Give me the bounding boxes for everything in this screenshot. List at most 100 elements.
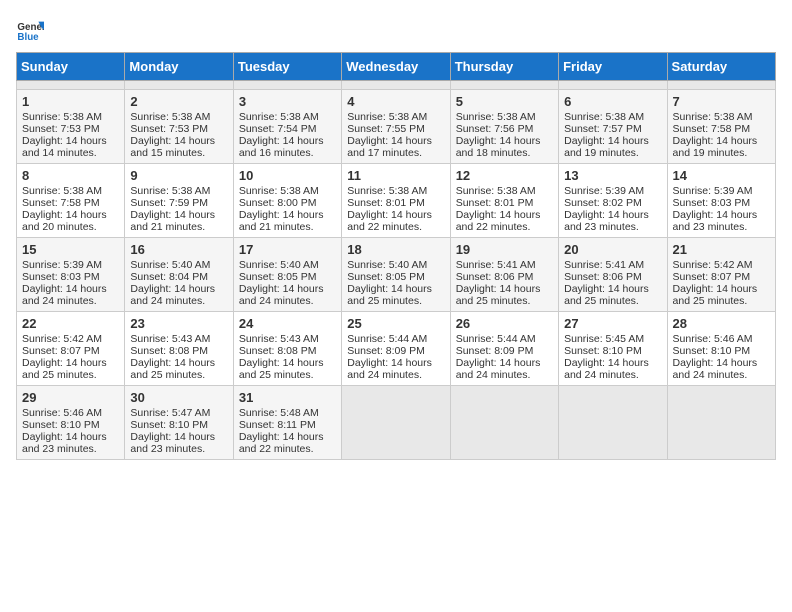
- sunset: Sunset: 8:04 PM: [130, 271, 208, 283]
- day-number: 14: [673, 168, 770, 183]
- daylight: Daylight: 14 hours and 24 minutes.: [456, 357, 541, 381]
- day-number: 3: [239, 94, 336, 109]
- daylight: Daylight: 14 hours and 24 minutes.: [564, 357, 649, 381]
- day-number: 7: [673, 94, 770, 109]
- daylight: Daylight: 14 hours and 23 minutes.: [564, 209, 649, 233]
- day-cell: 23Sunrise: 5:43 AMSunset: 8:08 PMDayligh…: [125, 312, 233, 386]
- sunset: Sunset: 8:06 PM: [564, 271, 642, 283]
- sunrise: Sunrise: 5:42 AM: [22, 333, 102, 345]
- daylight: Daylight: 14 hours and 25 minutes.: [673, 283, 758, 307]
- page-header: General Blue: [16, 16, 776, 44]
- day-cell: [559, 81, 667, 90]
- sunrise: Sunrise: 5:41 AM: [564, 259, 644, 271]
- day-cell: [559, 386, 667, 460]
- daylight: Daylight: 14 hours and 23 minutes.: [673, 209, 758, 233]
- sunset: Sunset: 8:05 PM: [239, 271, 317, 283]
- header-monday: Monday: [125, 53, 233, 81]
- sunrise: Sunrise: 5:38 AM: [130, 111, 210, 123]
- day-number: 21: [673, 242, 770, 257]
- sunrise: Sunrise: 5:41 AM: [456, 259, 536, 271]
- day-number: 5: [456, 94, 553, 109]
- day-cell: 11Sunrise: 5:38 AMSunset: 8:01 PMDayligh…: [342, 164, 450, 238]
- daylight: Daylight: 14 hours and 22 minutes.: [347, 209, 432, 233]
- day-number: 30: [130, 390, 227, 405]
- calendar: SundayMondayTuesdayWednesdayThursdayFrid…: [16, 52, 776, 460]
- sunset: Sunset: 7:53 PM: [130, 123, 208, 135]
- sunset: Sunset: 8:08 PM: [239, 345, 317, 357]
- day-number: 23: [130, 316, 227, 331]
- daylight: Daylight: 14 hours and 18 minutes.: [456, 135, 541, 159]
- sunset: Sunset: 8:01 PM: [456, 197, 534, 209]
- day-number: 9: [130, 168, 227, 183]
- sunset: Sunset: 7:53 PM: [22, 123, 100, 135]
- daylight: Daylight: 14 hours and 25 minutes.: [239, 357, 324, 381]
- day-cell: 17Sunrise: 5:40 AMSunset: 8:05 PMDayligh…: [233, 238, 341, 312]
- day-cell: 21 Sunrise: 5:42 AMSunset: 8:07 PMDayligh…: [667, 238, 775, 312]
- day-cell: 7Sunrise: 5:38 AMSunset: 7:58 PMDaylight…: [667, 90, 775, 164]
- week-row-4: 22Sunrise: 5:42 AMSunset: 8:07 PMDayligh…: [17, 312, 776, 386]
- daylight: Daylight: 14 hours and 25 minutes.: [130, 357, 215, 381]
- daylight: Daylight: 14 hours and 15 minutes.: [130, 135, 215, 159]
- daylight: Daylight: 14 hours and 24 minutes.: [239, 283, 324, 307]
- day-cell: 2 Sunrise: 5:38 AMSunset: 7:53 PMDaylight…: [125, 90, 233, 164]
- sunrise: Sunrise: 5:38 AM: [347, 111, 427, 123]
- daylight: Daylight: 14 hours and 24 minutes.: [673, 357, 758, 381]
- day-number: 16: [130, 242, 227, 257]
- sunrise: Sunrise: 5:38 AM: [130, 185, 210, 197]
- sunset: Sunset: 8:07 PM: [673, 271, 751, 283]
- day-cell: 9Sunrise: 5:38 AMSunset: 7:59 PMDaylight…: [125, 164, 233, 238]
- day-number: 25: [347, 316, 444, 331]
- sunrise: Sunrise: 5:45 AM: [564, 333, 644, 345]
- daylight: Daylight: 14 hours and 14 minutes.: [22, 135, 107, 159]
- sunrise: Sunrise: 5:48 AM: [239, 407, 319, 419]
- day-cell: 5Sunrise: 5:38 AMSunset: 7:56 PMDaylight…: [450, 90, 558, 164]
- day-cell: 3Sunrise: 5:38 AMSunset: 7:54 PMDaylight…: [233, 90, 341, 164]
- day-number: 29: [22, 390, 119, 405]
- daylight: Daylight: 14 hours and 19 minutes.: [673, 135, 758, 159]
- day-cell: 26Sunrise: 5:44 AMSunset: 8:09 PMDayligh…: [450, 312, 558, 386]
- day-cell: [125, 81, 233, 90]
- day-number: 4: [347, 94, 444, 109]
- sunrise: Sunrise: 5:40 AM: [347, 259, 427, 271]
- day-number: 2: [130, 94, 227, 109]
- daylight: Daylight: 14 hours and 24 minutes.: [22, 283, 107, 307]
- sunrise: Sunrise: 5:43 AM: [239, 333, 319, 345]
- day-cell: [667, 386, 775, 460]
- sunrise: Sunrise: 5:46 AM: [22, 407, 102, 419]
- day-cell: [450, 81, 558, 90]
- sunset: Sunset: 8:10 PM: [22, 419, 100, 431]
- day-cell: 8Sunrise: 5:38 AMSunset: 7:58 PMDaylight…: [17, 164, 125, 238]
- day-cell: 19Sunrise: 5:41 AMSunset: 8:06 PMDayligh…: [450, 238, 558, 312]
- day-cell: 30Sunrise: 5:47 AMSunset: 8:10 PMDayligh…: [125, 386, 233, 460]
- daylight: Daylight: 14 hours and 25 minutes.: [347, 283, 432, 307]
- sunset: Sunset: 8:03 PM: [22, 271, 100, 283]
- day-cell: [17, 81, 125, 90]
- sunset: Sunset: 8:06 PM: [456, 271, 534, 283]
- day-cell: 20Sunrise: 5:41 AMSunset: 8:06 PMDayligh…: [559, 238, 667, 312]
- sunrise: Sunrise: 5:38 AM: [456, 185, 536, 197]
- sunset: Sunset: 8:10 PM: [130, 419, 208, 431]
- sunrise: Sunrise: 5:46 AM: [673, 333, 753, 345]
- sunrise: Sunrise: 5:38 AM: [347, 185, 427, 197]
- day-cell: 12Sunrise: 5:38 AMSunset: 8:01 PMDayligh…: [450, 164, 558, 238]
- week-row-3: 15Sunrise: 5:39 AMSunset: 8:03 PMDayligh…: [17, 238, 776, 312]
- day-number: 27: [564, 316, 661, 331]
- day-cell: 18Sunrise: 5:40 AMSunset: 8:05 PMDayligh…: [342, 238, 450, 312]
- day-number: 13: [564, 168, 661, 183]
- logo: General Blue: [16, 16, 48, 44]
- sunrise: Sunrise: 5:38 AM: [22, 111, 102, 123]
- day-number: 19: [456, 242, 553, 257]
- sunset: Sunset: 7:56 PM: [456, 123, 534, 135]
- day-cell: 6Sunrise: 5:38 AMSunset: 7:57 PMDaylight…: [559, 90, 667, 164]
- sunrise: Sunrise: 5:42 AM: [673, 259, 753, 271]
- header-friday: Friday: [559, 53, 667, 81]
- sunrise: Sunrise: 5:40 AM: [130, 259, 210, 271]
- day-number: 1: [22, 94, 119, 109]
- sunrise: Sunrise: 5:39 AM: [673, 185, 753, 197]
- day-number: 11: [347, 168, 444, 183]
- daylight: Daylight: 14 hours and 22 minutes.: [239, 431, 324, 455]
- sunset: Sunset: 7:58 PM: [673, 123, 751, 135]
- sunset: Sunset: 8:00 PM: [239, 197, 317, 209]
- day-number: 18: [347, 242, 444, 257]
- day-number: 6: [564, 94, 661, 109]
